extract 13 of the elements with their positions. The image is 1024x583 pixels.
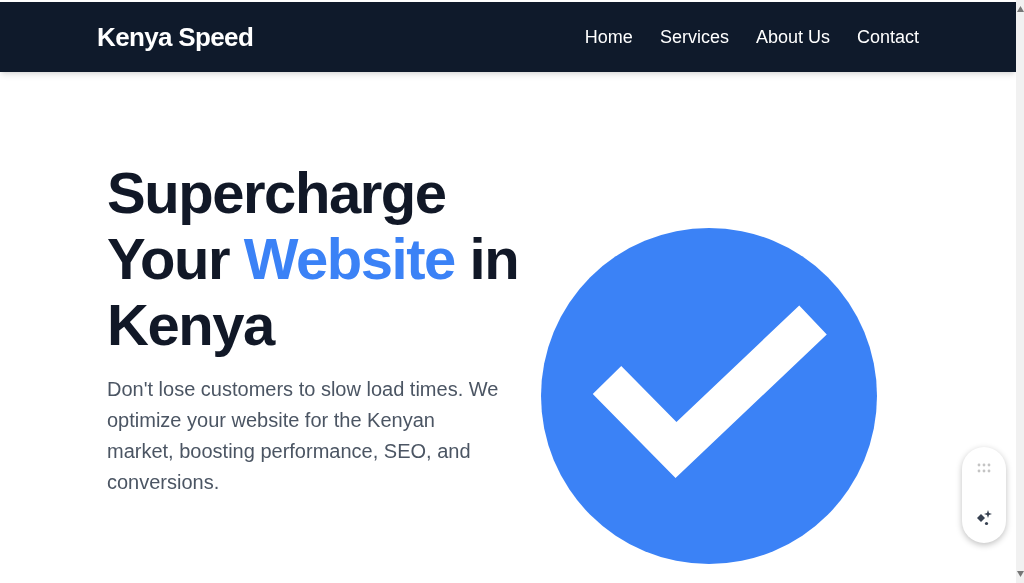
nav-link[interactable]: Contact: [856, 23, 919, 51]
grip-icon[interactable]: [977, 463, 991, 473]
hero-description: Don't lose customers to slow load times. We optimize your website for the Kenyan market, boosting performance, SEO, and conversions.: [107, 377, 500, 495]
nav-link[interactable]: Home: [584, 23, 633, 51]
hero-heading: Supercharge Your Website in Kenya: [107, 160, 520, 358]
nav-link[interactable]: About Us: [755, 23, 830, 51]
check-circle-icon: [541, 228, 877, 564]
scroll-up-icon[interactable]: [1016, 6, 1024, 12]
nav-link[interactable]: Services: [659, 23, 729, 51]
sparkle-icon[interactable]: [975, 509, 993, 527]
scrollbar[interactable]: [1016, 0, 1024, 583]
brand-logo[interactable]: Kenya Speed: [97, 17, 254, 57]
scroll-down-icon[interactable]: [1016, 571, 1024, 577]
